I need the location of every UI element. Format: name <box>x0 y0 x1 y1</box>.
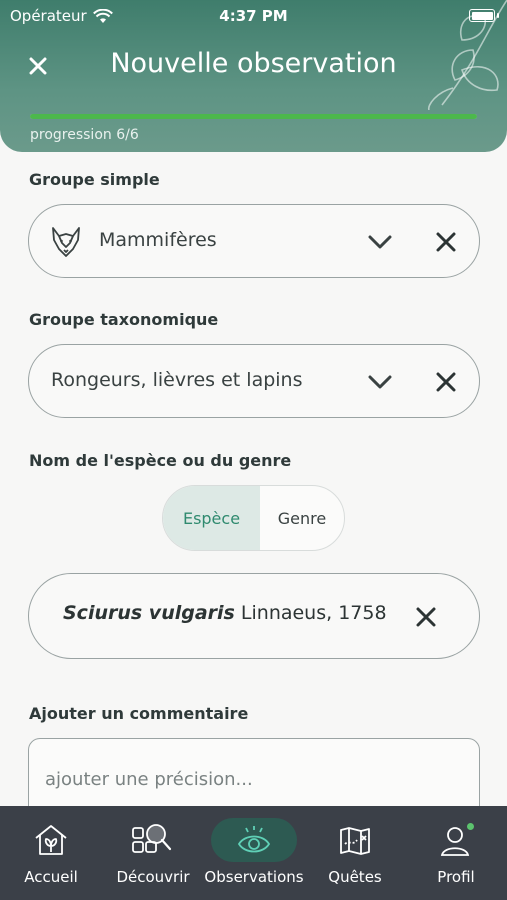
tab-label: Quêtes <box>328 868 382 886</box>
species-name: Sciurus vulgaris Linnaeus, 1758 <box>63 602 387 624</box>
toggle-genus[interactable]: Genre <box>260 486 344 550</box>
status-bar: Opérateur 4:37 PM <box>0 0 507 32</box>
battery-icon <box>469 9 495 22</box>
clear-icon[interactable] <box>435 231 457 253</box>
eye-icon <box>237 826 271 853</box>
comment-placeholder: ajouter une précision... <box>45 769 253 790</box>
discover-icon <box>132 824 172 853</box>
notification-dot <box>467 823 474 830</box>
map-icon <box>340 827 370 855</box>
home-icon <box>35 825 67 855</box>
clock: 4:37 PM <box>219 7 288 25</box>
battery-tip <box>497 13 499 18</box>
tab-label: Accueil <box>24 868 78 886</box>
comment-label: Ajouter un commentaire <box>29 704 249 723</box>
simple-group-select[interactable]: Mammifères <box>28 204 480 278</box>
species-scientific-name: Sciurus vulgaris <box>63 602 235 624</box>
tab-observations[interactable]: Observations <box>204 806 304 900</box>
taxonomic-group-label: Groupe taxonomique <box>29 310 219 329</box>
progress-fill <box>30 114 477 119</box>
species-authority: Linnaeus, 1758 <box>240 602 387 624</box>
species-genus-toggle: Espèce Genre <box>162 485 345 551</box>
tab-quests[interactable]: Quêtes <box>305 806 405 900</box>
toggle-species[interactable]: Espèce <box>163 486 260 550</box>
taxonomic-group-select[interactable]: Rongeurs, lièvres et lapins <box>28 344 480 418</box>
simple-group-value: Mammifères <box>99 229 217 251</box>
chevron-down-icon[interactable] <box>367 229 393 255</box>
tab-profile[interactable]: Profil <box>406 806 506 900</box>
header: Opérateur 4:37 PM Nouvelle observation p… <box>0 0 507 152</box>
taxonomic-group-value: Rongeurs, lièvres et lapins <box>51 369 303 391</box>
page-title: Nouvelle observation <box>110 48 397 79</box>
species-label: Nom de l'espèce ou du genre <box>29 451 292 470</box>
simple-group-label: Groupe simple <box>29 170 160 189</box>
species-field[interactable]: Sciurus vulgaris Linnaeus, 1758 <box>28 573 480 659</box>
clear-icon[interactable] <box>415 606 437 628</box>
chevron-down-icon[interactable] <box>367 369 393 395</box>
tab-label: Profil <box>437 868 475 886</box>
tab-discover[interactable]: Découvrir <box>103 806 203 900</box>
fox-icon <box>52 227 80 257</box>
tab-label: Découvrir <box>116 868 190 886</box>
progress-label: progression 6/6 <box>30 127 139 143</box>
tab-bar: Accueil Découvrir Observations Quêtes Pr… <box>0 806 507 900</box>
clear-icon[interactable] <box>435 371 457 393</box>
progress-bar <box>30 114 477 119</box>
tab-label: Observations <box>204 868 304 886</box>
tab-home[interactable]: Accueil <box>1 806 101 900</box>
